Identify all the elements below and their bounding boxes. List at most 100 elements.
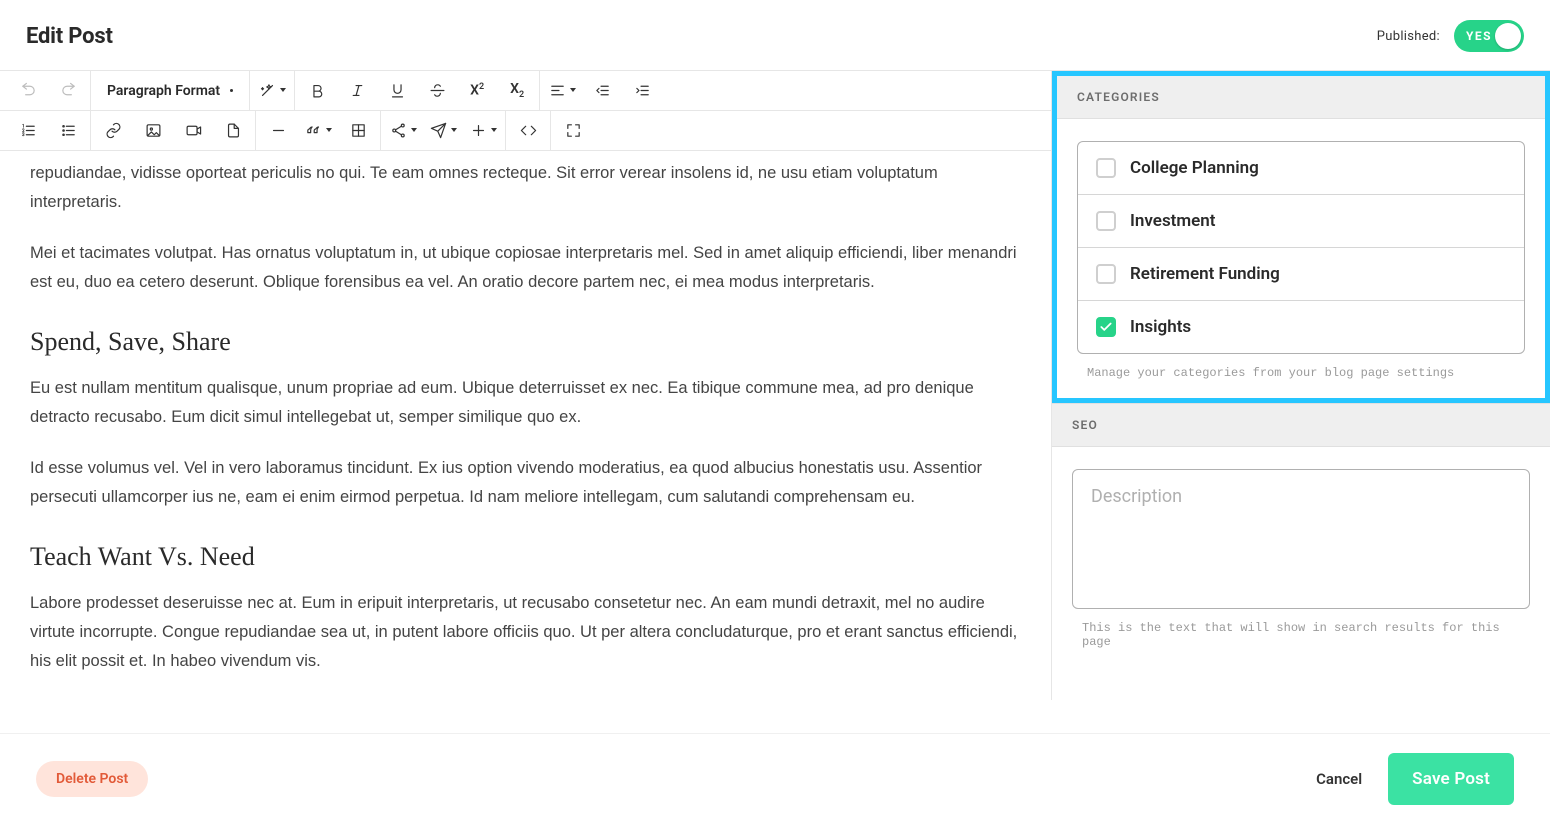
caret-down-icon (411, 128, 417, 132)
header-bar: Edit Post Published: YES (0, 0, 1550, 70)
bold-icon (309, 82, 326, 99)
editor-content[interactable]: repudiandae, vidisse oporteat periculis … (0, 151, 1051, 698)
image-button[interactable] (133, 111, 173, 151)
categories-list: College Planning Investment Retirement F… (1077, 141, 1525, 354)
seo-description-input[interactable]: Description (1072, 469, 1530, 609)
send-button[interactable] (423, 111, 463, 151)
outdent-button[interactable] (582, 71, 622, 111)
seo-hint: This is the text that will show in searc… (1072, 621, 1530, 649)
checkbox-icon (1096, 211, 1116, 231)
strikethrough-icon (429, 82, 446, 99)
toolbar-row-2: 123 (0, 111, 1051, 151)
cancel-button[interactable]: Cancel (1316, 770, 1362, 788)
file-icon (225, 122, 242, 139)
align-button[interactable] (542, 71, 582, 111)
undo-button[interactable] (8, 71, 48, 111)
category-label: Insights (1130, 317, 1191, 337)
table-icon (350, 122, 367, 139)
bold-button[interactable] (297, 71, 337, 111)
checkbox-checked-icon (1096, 317, 1116, 337)
strikethrough-button[interactable] (417, 71, 457, 111)
italic-icon (349, 82, 366, 99)
link-button[interactable] (93, 111, 133, 151)
checkbox-icon (1096, 158, 1116, 178)
indent-button[interactable] (622, 71, 662, 111)
align-left-icon (549, 82, 566, 99)
table-button[interactable] (338, 111, 378, 151)
unordered-list-button[interactable] (48, 111, 88, 151)
share-icon (390, 122, 407, 139)
category-row-college-planning[interactable]: College Planning (1078, 142, 1524, 195)
category-row-investment[interactable]: Investment (1078, 195, 1524, 248)
hr-button[interactable] (258, 111, 298, 151)
caret-down-icon (570, 88, 576, 92)
save-post-button[interactable]: Save Post (1388, 753, 1514, 805)
toggle-knob (1495, 23, 1521, 49)
unordered-list-icon (60, 122, 77, 139)
categories-panel: CATEGORIES College Planning Investment R… (1052, 71, 1550, 403)
paragraph-format-dropdown[interactable]: Paragraph Format (93, 83, 247, 99)
toggle-yes-text: YES (1466, 29, 1492, 43)
subscript-button[interactable]: X2 (497, 71, 537, 111)
caret-down-icon (326, 128, 332, 132)
page-title: Edit Post (26, 24, 113, 49)
plus-icon (470, 122, 487, 139)
code-icon (520, 122, 537, 139)
indent-icon (634, 82, 651, 99)
ordered-list-icon: 123 (20, 122, 37, 139)
caret-down-icon (451, 128, 457, 132)
content-paragraph: repudiandae, vidisse oporteat periculis … (30, 159, 1021, 217)
fullscreen-icon (565, 122, 582, 139)
redo-button[interactable] (48, 71, 88, 111)
seo-placeholder: Description (1091, 486, 1182, 507)
subscript-icon: X2 (510, 81, 524, 100)
video-button[interactable] (173, 111, 213, 151)
svg-text:3: 3 (22, 133, 25, 138)
seo-panel: SEO Description This is the text that wi… (1052, 403, 1550, 667)
fullscreen-button[interactable] (553, 111, 593, 151)
file-button[interactable] (213, 111, 253, 151)
categories-header: CATEGORIES (1057, 76, 1545, 119)
underline-button[interactable] (377, 71, 417, 111)
published-toggle[interactable]: YES (1454, 20, 1524, 52)
checkbox-icon (1096, 264, 1116, 284)
category-label: Retirement Funding (1130, 264, 1280, 284)
magic-button[interactable] (252, 71, 292, 111)
content-heading: Spend, Save, Share (30, 319, 1021, 365)
category-label: Investment (1130, 211, 1216, 231)
video-icon (185, 122, 202, 139)
published-status: Published: YES (1377, 20, 1524, 52)
editor-column: Paragraph Format X2 X2 (0, 71, 1052, 700)
ordered-list-button[interactable]: 123 (8, 111, 48, 151)
content-paragraph: Mei et tacimates volutpat. Has ornatus v… (30, 239, 1021, 297)
content-paragraph: Eu est nullam mentitum qualisque, unum p… (30, 374, 1021, 432)
link-icon (105, 122, 122, 139)
caret-down-icon (280, 88, 286, 92)
quote-button[interactable] (298, 111, 338, 151)
category-label: College Planning (1130, 158, 1259, 178)
toolbar-row-1: Paragraph Format X2 X2 (0, 71, 1051, 111)
magic-wand-icon (259, 82, 276, 99)
share-button[interactable] (383, 111, 423, 151)
delete-post-button[interactable]: Delete Post (36, 761, 148, 797)
insert-button[interactable] (463, 111, 503, 151)
category-row-retirement-funding[interactable]: Retirement Funding (1078, 248, 1524, 301)
undo-icon (20, 82, 37, 99)
caret-down-icon (491, 128, 497, 132)
superscript-button[interactable]: X2 (457, 71, 497, 111)
underline-icon (389, 82, 406, 99)
seo-header: SEO (1052, 403, 1550, 447)
dropdown-dot-icon (230, 89, 233, 92)
content-heading: Teach Want Vs. Need (30, 534, 1021, 580)
content-paragraph: Id esse volumus vel. Vel in vero laboram… (30, 454, 1021, 512)
categories-hint: Manage your categories from your blog pa… (1077, 366, 1525, 380)
redo-icon (60, 82, 77, 99)
footer-bar: Delete Post Cancel Save Post (0, 733, 1550, 823)
paper-plane-icon (430, 122, 447, 139)
published-label: Published: (1377, 29, 1440, 44)
image-icon (145, 122, 162, 139)
code-view-button[interactable] (508, 111, 548, 151)
category-row-insights[interactable]: Insights (1078, 301, 1524, 353)
quote-icon (305, 122, 322, 139)
italic-button[interactable] (337, 71, 377, 111)
